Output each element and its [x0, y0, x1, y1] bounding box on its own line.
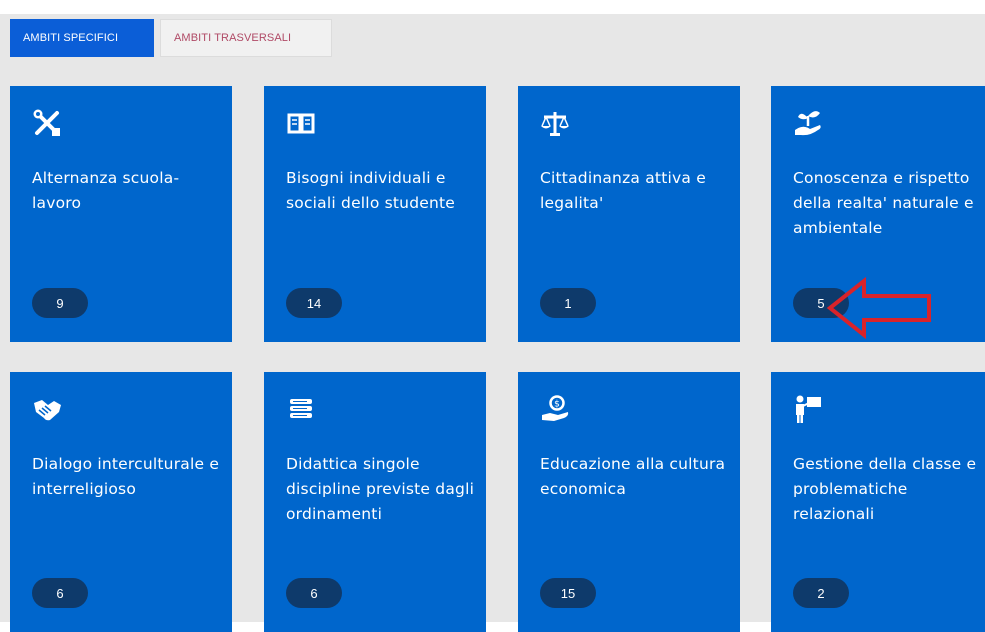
tab-ambiti-trasversali[interactable]: AMBITI TRASVERSALI: [160, 19, 332, 57]
card-dialogo-interculturale[interactable]: Dialogo interculturale e interreligioso …: [10, 372, 232, 632]
card-title: Cittadinanza attiva e legalita': [540, 169, 706, 212]
count-badge: 15: [540, 578, 596, 608]
card-educazione-cultura-economica[interactable]: $ Educazione alla cultura economica 15: [518, 372, 740, 632]
card-cittadinanza-attiva[interactable]: Cittadinanza attiva e legalita' 1: [518, 86, 740, 342]
card-title: Alternanza scuola-lavoro: [32, 169, 180, 212]
top-strip: [0, 0, 985, 14]
teacher-board-icon: [793, 394, 823, 424]
card-title: Didattica singole discipline previste da…: [286, 455, 475, 523]
tools-icon: [32, 108, 62, 138]
count-badge: 14: [286, 288, 342, 318]
stacked-books-icon: [286, 394, 316, 424]
card-title: Dialogo interculturale e interreligioso: [32, 455, 220, 498]
card-title: Gestione della classe e problematiche re…: [793, 455, 977, 523]
tab-bar: AMBITI SPECIFICI AMBITI TRASVERSALI: [10, 19, 332, 57]
card-title: Conoscenza e rispetto della realta' natu…: [793, 169, 974, 237]
tab-ambiti-specifici[interactable]: AMBITI SPECIFICI: [10, 19, 154, 57]
open-book-icon: [286, 108, 316, 138]
handshake-icon: [32, 394, 62, 424]
count-badge: 1: [540, 288, 596, 318]
coin-hand-icon: $: [540, 394, 570, 424]
card-bisogni-individuali[interactable]: Bisogni individuali e sociali dello stud…: [264, 86, 486, 342]
card-title: Educazione alla cultura economica: [540, 455, 726, 498]
balance-scale-icon: [540, 108, 570, 138]
count-badge: 5: [793, 288, 849, 318]
card-alternanza-scuola-lavoro[interactable]: Alternanza scuola-lavoro 9: [10, 86, 232, 342]
card-didattica-discipline[interactable]: Didattica singole discipline previste da…: [264, 372, 486, 632]
card-conoscenza-rispetto[interactable]: Conoscenza e rispetto della realta' natu…: [771, 86, 985, 342]
card-title: Bisogni individuali e sociali dello stud…: [286, 169, 456, 212]
count-badge: 6: [32, 578, 88, 608]
count-badge: 9: [32, 288, 88, 318]
seedling-hand-icon: [793, 108, 823, 138]
svg-text:$: $: [554, 400, 560, 410]
count-badge: 6: [286, 578, 342, 608]
count-badge: 2: [793, 578, 849, 608]
card-gestione-classe[interactable]: Gestione della classe e problematiche re…: [771, 372, 985, 632]
